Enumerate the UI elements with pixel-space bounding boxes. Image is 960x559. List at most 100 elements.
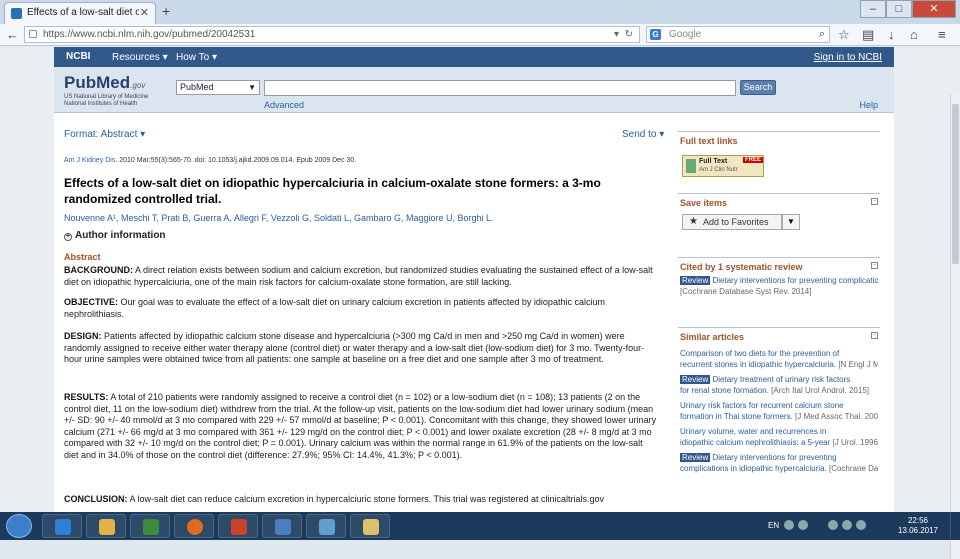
add-to-favorites-button[interactable]: ★ Add to Favorites	[682, 214, 782, 230]
search-button[interactable]: Search	[740, 80, 776, 95]
browser-tabstrip: Effects of a low-salt diet on ... ✕ + – …	[0, 0, 960, 24]
taskbar-paint[interactable]	[262, 514, 302, 538]
taskbar-app[interactable]	[306, 514, 346, 538]
similar-item[interactable]: Urinary risk factors for recurrent calci…	[680, 400, 878, 411]
pubmed-page: NCBI Resources ▾ How To ▾ Sign in to NCB…	[54, 47, 894, 512]
favorites-dropdown[interactable]: ▼	[782, 214, 800, 230]
similar-heading: Similar articles	[680, 332, 745, 342]
address-bar[interactable]: https://www.ncbi.nlm.nih.gov/pubmed/2004…	[24, 26, 640, 43]
paint-icon	[275, 519, 291, 535]
page-viewport: NCBI Resources ▾ How To ▾ Sign in to NCB…	[0, 47, 960, 559]
minimize-icon[interactable]: –	[860, 0, 886, 18]
clock-icon[interactable]	[798, 520, 808, 530]
search-placeholder: Google	[669, 29, 702, 40]
browser-navbar: ← https://www.ncbi.nlm.nih.gov/pubmed/20…	[0, 24, 960, 46]
collapse-icon[interactable]: -	[871, 198, 878, 205]
format-menu[interactable]: Format: Abstract ▾	[64, 129, 145, 140]
menu-icon[interactable]: ≡	[938, 27, 946, 42]
similar-item[interactable]: Review Dietary interventions for prevent…	[680, 452, 878, 463]
similar-item[interactable]: complications in idiopathic hypercalciur…	[680, 463, 878, 474]
show-desktop-button[interactable]	[950, 512, 960, 540]
abstract-heading: Abstract	[64, 252, 101, 262]
maximize-icon[interactable]: □	[886, 0, 912, 18]
review-badge: Review	[680, 453, 711, 462]
new-tab-icon[interactable]: +	[162, 3, 170, 19]
ncbi-favicon-icon	[11, 8, 22, 19]
flag-icon[interactable]	[828, 520, 838, 530]
reload-icon[interactable]: ↻	[625, 27, 633, 42]
save-items-section: Save items - ★ Add to Favorites ▼	[678, 193, 880, 239]
similar-item[interactable]: for renal stone formation. [Arch Ital Ur…	[680, 385, 878, 396]
search-icon[interactable]: ⌕	[819, 27, 825, 42]
bookmark-star-icon[interactable]: ☆	[838, 27, 850, 43]
language-indicator[interactable]: EN	[768, 521, 779, 530]
journal-icon	[686, 159, 696, 173]
author-list[interactable]: Nouvenne A¹, Meschi T, Prati B, Guerra A…	[64, 213, 624, 223]
cited-item-source: [Cochrane Database Syst Rev. 2014]	[680, 287, 812, 296]
taskbar-explorer[interactable]	[86, 514, 126, 538]
pubmed-search-input[interactable]	[264, 80, 736, 96]
abstract-design: DESIGN: Patients affected by idiopathic …	[64, 331, 645, 364]
taskbar-ie[interactable]	[42, 514, 82, 538]
collapse-icon[interactable]: -	[871, 332, 878, 339]
expand-icon: +	[64, 233, 72, 241]
fulltext-heading: Full text links	[680, 136, 738, 146]
search-engine-box[interactable]: G Google ⌕	[646, 26, 830, 43]
author-information-toggle[interactable]: + Author information	[64, 230, 166, 241]
dropdown-arrow-icon[interactable]: ▾	[614, 27, 619, 42]
browser-tab[interactable]: Effects of a low-salt diet on ... ✕	[4, 2, 156, 24]
similar-item[interactable]: formation in Thai stone formers. [J Med …	[680, 411, 878, 422]
send-to-menu[interactable]: Send to ▾	[622, 129, 664, 140]
advanced-link[interactable]: Advanced	[264, 100, 304, 110]
article-title: Effects of a low-salt diet on idiopathic…	[64, 176, 601, 206]
window-controls: – □ ✕	[860, 0, 956, 18]
ncbi-bar: NCBI Resources ▾ How To ▾ Sign in to NCB…	[54, 47, 894, 67]
help-icon[interactable]	[784, 520, 794, 530]
signin-link[interactable]: Sign in to NCBI	[814, 52, 882, 63]
howto-menu[interactable]: How To ▾	[176, 52, 217, 63]
ncbi-logo[interactable]: NCBI	[66, 51, 90, 62]
similar-item[interactable]: Review Dietary treatment of urinary risk…	[680, 374, 878, 385]
home-icon[interactable]: ⌂	[910, 27, 918, 42]
pubmed-logo[interactable]: PubMed.gov	[64, 73, 145, 93]
free-badge: FREE	[743, 157, 764, 163]
similar-item[interactable]: Urinary volume, water and recurrences in	[680, 426, 878, 437]
journal-link[interactable]: Am J Kidney Dis.	[64, 157, 117, 164]
similar-item[interactable]: recurrent stones in idiopathic hypercalc…	[680, 359, 878, 370]
start-button[interactable]	[6, 514, 32, 538]
fulltext-button[interactable]: Full Text FREE Am J Clin Nutr	[682, 155, 764, 177]
review-badge: Review	[680, 276, 711, 285]
citation-details: 2010 Mar;55(3):565-70. doi: 10.1053/j.aj…	[119, 157, 357, 164]
cited-heading: Cited by 1 systematic review	[680, 262, 803, 272]
taskbar-app[interactable]	[350, 514, 390, 538]
clock-date: 13.06.2017	[897, 526, 938, 535]
vertical-scrollbar[interactable]	[950, 94, 960, 559]
collapse-icon[interactable]: -	[871, 262, 878, 269]
download-icon[interactable]: ↓	[888, 27, 895, 42]
cited-item[interactable]: Review Dietary interventions for prevent…	[680, 275, 878, 286]
volume-icon[interactable]	[856, 520, 866, 530]
calculator-icon	[319, 519, 335, 535]
taskbar-clock[interactable]: 22:56 13.06.2017	[898, 516, 938, 536]
similar-item[interactable]: Comparison of two diets for the preventi…	[680, 348, 878, 359]
taskbar-firefox[interactable]	[174, 514, 214, 538]
close-tab-icon[interactable]: ✕	[140, 6, 149, 19]
reading-list-icon[interactable]: ▤	[862, 27, 874, 43]
firefox-icon	[187, 519, 203, 535]
resources-menu[interactable]: Resources ▾	[112, 52, 168, 63]
database-select[interactable]: PubMed ▼	[176, 80, 260, 95]
network-icon[interactable]	[842, 520, 852, 530]
star-icon: ★	[689, 216, 698, 227]
abstract-results: RESULTS: A total of 210 patients were ra…	[64, 392, 657, 460]
folder-icon	[99, 519, 115, 535]
help-link[interactable]: Help	[859, 100, 878, 110]
similar-item[interactable]: idiopathic calcium nephrolithiasis: a 5-…	[680, 437, 878, 448]
taskbar-powerpoint[interactable]	[218, 514, 258, 538]
review-badge: Review	[680, 375, 711, 384]
abstract-background: BACKGROUND: A direct relation exists bet…	[64, 265, 653, 287]
taskbar-media[interactable]	[130, 514, 170, 538]
internet-explorer-icon	[55, 519, 71, 535]
back-icon[interactable]: ←	[6, 27, 19, 43]
close-window-icon[interactable]: ✕	[912, 0, 956, 18]
scrollbar-thumb[interactable]	[952, 104, 959, 264]
